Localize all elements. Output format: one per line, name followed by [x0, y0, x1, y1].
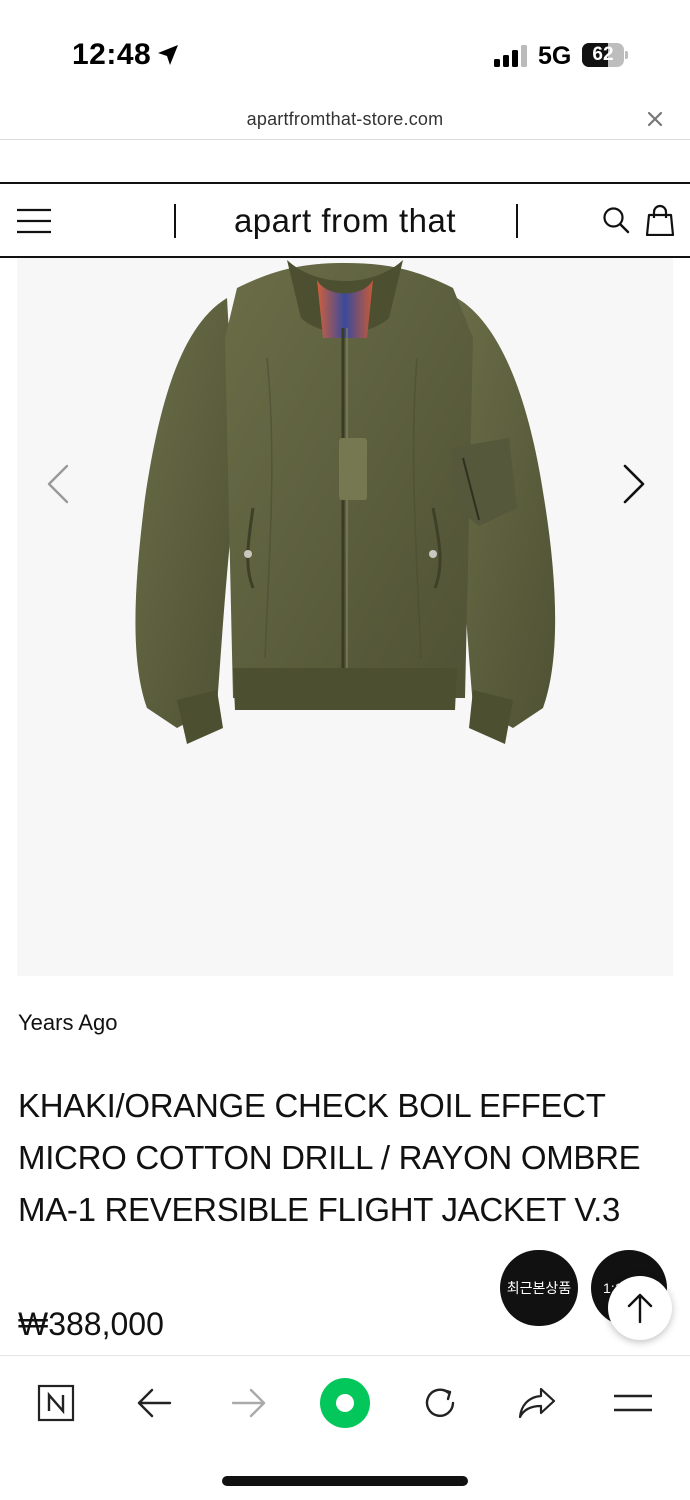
reload-icon [425, 1388, 455, 1417]
location-arrow-icon [158, 45, 178, 65]
forward-arrow-icon [231, 1388, 266, 1418]
status-bar: 12:48 5G 62 [0, 0, 690, 100]
share-icon [518, 1387, 556, 1419]
address-bar[interactable]: apartfromthat-store.com [0, 100, 690, 140]
share-button[interactable] [512, 1378, 562, 1428]
shopping-bag-icon[interactable] [646, 204, 674, 236]
recently-viewed-button[interactable]: 최근본상품 [500, 1250, 578, 1326]
green-dot-icon [320, 1378, 370, 1428]
recently-viewed-label: 최근본상품 [506, 1280, 572, 1296]
naver-n-icon [37, 1384, 75, 1422]
scroll-to-top-button[interactable] [608, 1276, 672, 1340]
back-button[interactable] [129, 1378, 179, 1428]
product-image-gallery[interactable] [17, 258, 673, 976]
home-indicator[interactable] [222, 1476, 468, 1486]
product-price: ₩388,000 [18, 1306, 164, 1342]
battery-icon: 62 [582, 43, 628, 67]
network-type: 5G [538, 42, 572, 70]
brand-divider-right [516, 204, 518, 238]
naver-home-button[interactable] [31, 1378, 81, 1428]
chevron-left-icon[interactable] [43, 462, 73, 506]
green-dot-button[interactable] [320, 1378, 370, 1428]
close-icon[interactable] [644, 108, 666, 130]
chevron-right-icon[interactable] [619, 462, 649, 506]
back-arrow-icon [137, 1388, 172, 1418]
product-brand[interactable]: Years Ago [18, 1010, 118, 1036]
forward-button[interactable] [224, 1378, 274, 1428]
battery-percent: 62 [592, 44, 614, 65]
browser-menu-button[interactable] [608, 1378, 658, 1428]
product-image [135, 260, 556, 744]
url-text[interactable]: apartfromthat-store.com [0, 109, 690, 130]
status-time: 12:48 [72, 38, 152, 71]
search-icon[interactable] [602, 206, 630, 234]
reload-button[interactable] [415, 1378, 465, 1428]
menu-icon [614, 1394, 652, 1412]
product-title: KHAKI/ORANGE CHECK BOIL EFFECT MICRO COT… [18, 1087, 641, 1228]
site-logo[interactable]: apart from that [0, 202, 690, 240]
cellular-signal-icon [494, 45, 527, 67]
site-header: apart from that [0, 182, 690, 258]
arrow-up-icon [627, 1293, 653, 1324]
